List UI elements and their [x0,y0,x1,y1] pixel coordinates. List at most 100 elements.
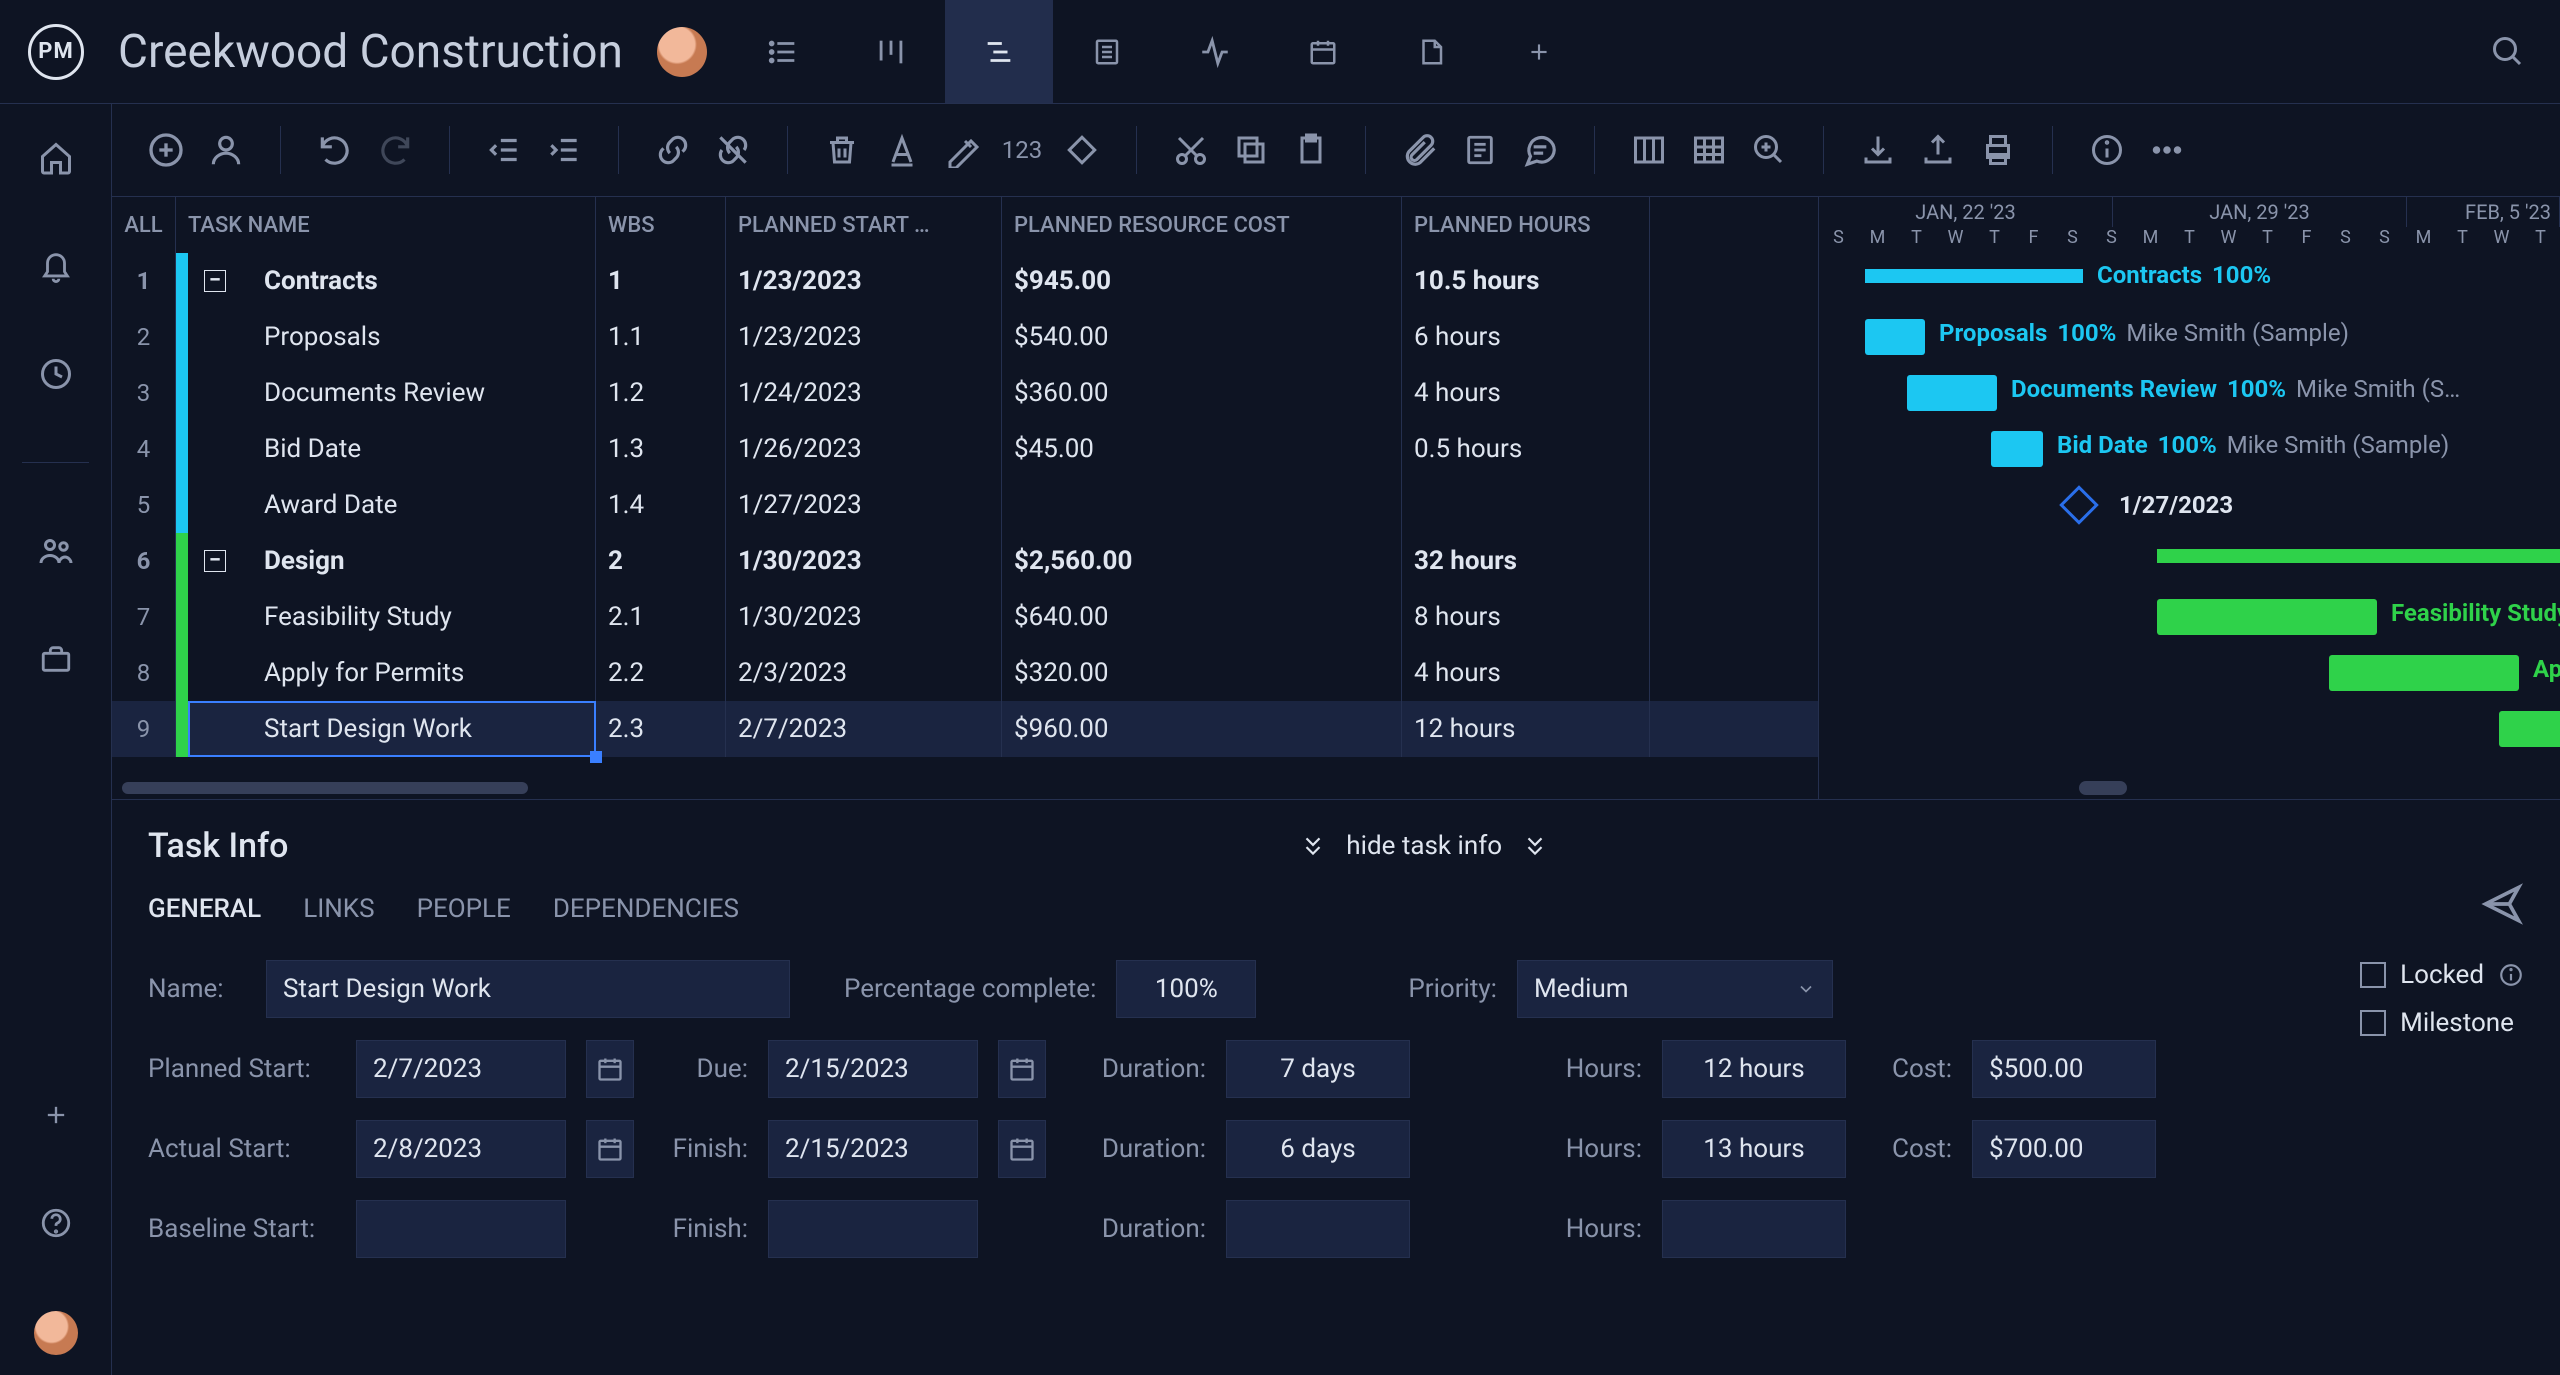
collapse-icon[interactable]: − [204,270,226,292]
calendar-icon[interactable] [998,1120,1046,1178]
baseline-start-field[interactable] [356,1200,566,1258]
milestone-toggle[interactable]: Milestone [2360,1008,2524,1038]
grid-hscroll[interactable] [112,777,1818,799]
app-logo[interactable]: PM [0,24,112,80]
col-cost[interactable]: PLANNED RESOURCE COST [1002,197,1402,253]
print-icon[interactable] [1970,122,2026,178]
cell-start[interactable]: 2/3/2023 [726,645,1002,701]
baseline-duration-field[interactable] [1226,1200,1410,1258]
cell-cost[interactable]: $945.00 [1002,253,1402,309]
baseline-hours-field[interactable] [1662,1200,1846,1258]
nav-help-icon[interactable] [36,1203,76,1243]
project-avatar[interactable] [657,27,707,77]
view-gantt-icon[interactable] [945,0,1053,103]
add-task-icon[interactable] [138,122,194,178]
cell-start[interactable]: 1/30/2023 [726,589,1002,645]
cell-name[interactable]: −Design [176,533,596,589]
locked-toggle[interactable]: Locked [2360,960,2524,990]
text-style-icon[interactable] [874,122,930,178]
col-name[interactable]: TASK NAME [176,197,596,253]
clear-format-icon[interactable] [934,122,990,178]
due-field[interactable]: 2/15/2023 [768,1040,978,1098]
percent-complete-field[interactable]: 100% [1116,960,1256,1018]
cell-cost[interactable]: $360.00 [1002,365,1402,421]
cell-wbs[interactable]: 1.1 [596,309,726,365]
view-file-icon[interactable] [1377,0,1485,103]
name-field[interactable]: Start Design Work [266,960,790,1018]
cell-hours[interactable]: 8 hours [1402,589,1650,645]
cell-name[interactable]: Documents Review [176,365,596,421]
cell-start[interactable]: 2/7/2023 [726,701,1002,757]
cell-wbs[interactable]: 1.4 [596,477,726,533]
cell-cost[interactable]: $640.00 [1002,589,1402,645]
indent-icon[interactable] [536,122,592,178]
cell-cost[interactable]: $2,560.00 [1002,533,1402,589]
comments-icon[interactable] [1512,122,1568,178]
cell-hours[interactable]: 32 hours [1402,533,1650,589]
selection-handle[interactable] [590,751,602,763]
tab-links[interactable]: LINKS [303,894,374,924]
outdent-icon[interactable] [476,122,532,178]
table-row[interactable]: 1−Contracts11/23/2023$945.0010.5 hours [112,253,1818,309]
cell-wbs[interactable]: 2.1 [596,589,726,645]
view-sheet-icon[interactable] [1053,0,1161,103]
view-board-icon[interactable] [837,0,945,103]
view-activity-icon[interactable] [1161,0,1269,103]
nav-people-icon[interactable] [36,531,76,571]
delete-icon[interactable] [814,122,870,178]
nav-bell-icon[interactable] [36,246,76,286]
cell-start[interactable]: 1/24/2023 [726,365,1002,421]
calendar-icon[interactable] [998,1040,1046,1098]
export-icon[interactable] [1910,122,1966,178]
col-start[interactable]: PLANNED START … [726,197,1002,253]
nav-recent-icon[interactable] [36,354,76,394]
cell-wbs[interactable]: 1.2 [596,365,726,421]
cell-cost[interactable]: $320.00 [1002,645,1402,701]
actual-duration-field[interactable]: 6 days [1226,1120,1410,1178]
send-icon[interactable] [2480,882,2524,926]
nav-briefcase-icon[interactable] [36,639,76,679]
gantt-bar-documents[interactable]: Documents Review100%Mike Smith (S… [1907,375,1997,411]
copy-icon[interactable] [1223,122,1279,178]
more-icon[interactable] [2139,122,2195,178]
col-wbs[interactable]: WBS [596,197,726,253]
table-row[interactable]: 9Start Design Work2.32/7/2023$960.0012 h… [112,701,1818,757]
cell-hours[interactable]: 4 hours [1402,645,1650,701]
calendar-icon[interactable] [586,1040,634,1098]
gantt-bar-apply[interactable]: Apply f [2329,655,2519,691]
actual-hours-field[interactable]: 13 hours [1662,1120,1846,1178]
cell-name[interactable]: Apply for Permits [176,645,596,701]
assign-icon[interactable] [198,122,254,178]
cell-name[interactable]: Start Design Work [176,701,596,757]
cell-start[interactable]: 1/26/2023 [726,421,1002,477]
cell-cost[interactable]: $540.00 [1002,309,1402,365]
info-icon[interactable] [2079,122,2135,178]
table-row[interactable]: 7Feasibility Study2.11/30/2023$640.008 h… [112,589,1818,645]
attachment-icon[interactable] [1392,122,1448,178]
link-icon[interactable] [645,122,701,178]
table-row[interactable]: 8Apply for Permits2.22/3/2023$320.004 ho… [112,645,1818,701]
gantt-bar-bid[interactable]: Bid Date100%Mike Smith (Sample) [1991,431,2043,467]
view-calendar-icon[interactable] [1269,0,1377,103]
cell-start[interactable]: 1/27/2023 [726,477,1002,533]
nav-add-icon[interactable] [36,1095,76,1135]
cell-wbs[interactable]: 1.3 [596,421,726,477]
tab-dependencies[interactable]: DEPENDENCIES [553,894,739,924]
grid-icon[interactable] [1681,122,1737,178]
cell-wbs[interactable]: 2.3 [596,701,726,757]
unlink-icon[interactable] [705,122,761,178]
planned-hours-field[interactable]: 12 hours [1662,1040,1846,1098]
gantt-body[interactable]: Contracts100% Proposals100%Mike Smith (S… [1819,253,2560,799]
gantt-bar-startdesign[interactable] [2499,711,2560,747]
actual-start-field[interactable]: 2/8/2023 [356,1120,566,1178]
gantt-bar-design[interactable] [2157,549,2560,563]
notes-icon[interactable] [1452,122,1508,178]
milestone-icon[interactable] [1054,122,1110,178]
hide-task-info-button[interactable]: hide task info [1300,831,1548,861]
zoom-icon[interactable] [1741,122,1797,178]
table-row[interactable]: 5Award Date1.41/27/2023 [112,477,1818,533]
cell-wbs[interactable]: 1 [596,253,726,309]
wbs-number-icon[interactable]: 123 [994,122,1050,178]
baseline-finish-field[interactable] [768,1200,978,1258]
nav-home-icon[interactable] [36,138,76,178]
